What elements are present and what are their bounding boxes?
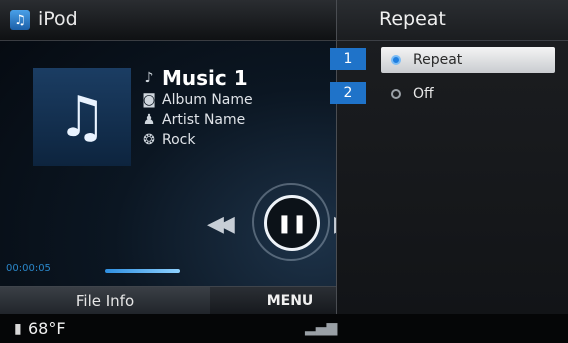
signal-icon: ▂▄▆ xyxy=(305,320,338,336)
status-bar: ▮ 68°F ▂▄▆ xyxy=(0,314,568,343)
album-art: ♫ xyxy=(33,68,131,166)
option-repeat[interactable]: Repeat xyxy=(381,47,555,73)
track-title: Music 1 xyxy=(162,66,248,90)
music-note-icon: ♫ xyxy=(56,84,108,150)
callout-1: 1 xyxy=(330,48,366,70)
progress-bar[interactable] xyxy=(105,269,180,273)
temperature: 68°F xyxy=(28,319,66,338)
option-label: Repeat xyxy=(413,52,463,68)
repeat-popup: Repeat Repeat Off xyxy=(336,0,568,314)
track-info: ♪ Music 1 ◙ Album Name ♟ Artist Name ❂ R… xyxy=(140,66,253,150)
ipod-screen: ♫ iPod ♫ ♪ Music 1 ◙ Album Name ♟ Artist… xyxy=(0,0,568,343)
album-icon: ◙ xyxy=(142,92,156,108)
thermometer-icon: ▮ xyxy=(14,321,22,337)
page-title: iPod xyxy=(38,8,78,30)
previous-track-icon[interactable]: ◀◀ xyxy=(207,212,235,237)
file-info-button[interactable]: File Info xyxy=(0,287,210,315)
album-name: Album Name xyxy=(162,92,253,108)
pause-icon: ❚❚ xyxy=(276,212,308,234)
elapsed-time: 00:00:05 xyxy=(6,263,51,274)
option-label: Off xyxy=(413,86,434,102)
callout-2: 2 xyxy=(330,82,366,104)
divider xyxy=(337,40,568,41)
option-off[interactable]: Off xyxy=(381,81,555,107)
genre-icon: ❂ xyxy=(143,132,155,148)
artist-icon: ♟ xyxy=(142,112,156,128)
radio-selected-icon xyxy=(391,55,401,65)
genre-name: Rock xyxy=(162,132,196,148)
pause-button[interactable]: ❚❚ xyxy=(264,195,320,251)
bottom-tabs: File Info MENU xyxy=(0,286,360,315)
artist-name: Artist Name xyxy=(162,112,246,128)
popup-title: Repeat xyxy=(379,8,446,30)
song-icon: ♪ xyxy=(144,70,154,86)
header-bar: ♫ iPod xyxy=(0,0,360,41)
radio-unselected-icon xyxy=(391,89,401,99)
music-note-icon: ♫ xyxy=(10,10,30,30)
